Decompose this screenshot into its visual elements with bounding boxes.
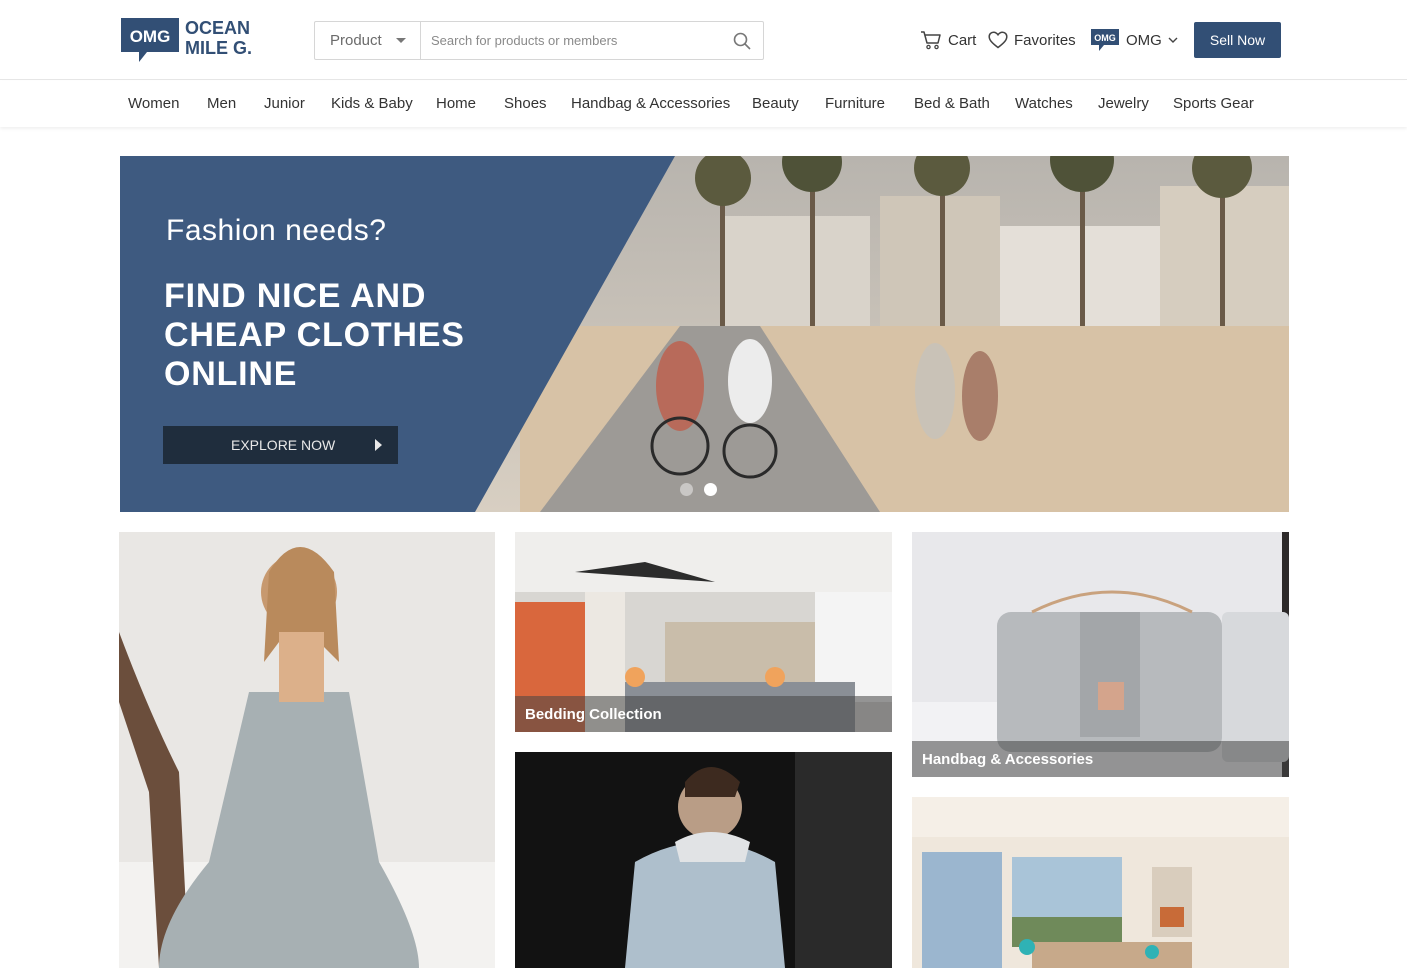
chevron-down-icon [1168,37,1178,43]
sell-now-button[interactable]: Sell Now [1194,22,1281,58]
category-shoes[interactable]: Shoes [504,95,547,112]
banner-kicker: Fashion needs? [166,214,387,247]
tile-caption-bedding: Bedding Collection [515,696,892,732]
tile-home-living-room[interactable] [912,797,1289,968]
woman-in-dress-photo [119,532,495,968]
play-arrow-icon [375,439,382,451]
favorites-label: Favorites [1014,31,1076,49]
search-input[interactable] [421,22,721,59]
category-handbag-accessories[interactable]: Handbag & Accessories [571,95,730,112]
hero-banner[interactable]: Fashion needs? FIND NICE AND CHEAP CLOTH… [120,156,1289,512]
category-kids-baby[interactable]: Kids & Baby [331,95,413,112]
favorites-link[interactable]: Favorites [988,22,1076,58]
banner-headline: FIND NICE AND CHEAP CLOTHES ONLINE [164,277,465,393]
logo-line2: MILE G. [185,38,252,58]
avatar: OMG [1091,29,1119,51]
category-nav: Women Men Junior Kids & Baby Home Shoes … [0,81,1407,127]
category-beauty[interactable]: Beauty [752,95,799,112]
category-bed-bath[interactable]: Bed & Bath [914,95,990,112]
category-jewelry[interactable]: Jewelry [1098,95,1149,112]
explore-now-button[interactable]: EXPLORE NOW [163,426,398,464]
cart-label: Cart [948,31,977,49]
man-in-jacket-photo [515,752,892,968]
tile-handbag-accessories[interactable]: Handbag & Accessories [912,532,1289,777]
logo-line1: OCEAN [185,18,250,38]
tile-caption-handbag: Handbag & Accessories [912,741,1289,777]
tile-bedding-collection[interactable]: Bedding Collection [515,532,892,732]
living-room-photo [912,797,1289,968]
tile-men-jacket[interactable] [515,752,892,968]
logo-badge-text: OMG [130,27,171,46]
site-logo[interactable]: OMG OCEAN MILE G. [119,14,261,64]
carousel-dot-1[interactable] [680,483,693,496]
category-junior[interactable]: Junior [264,95,305,112]
cart-icon [921,31,941,50]
explore-now-label: EXPLORE NOW [231,437,336,453]
search-icon [733,32,751,50]
caret-down-icon [396,38,406,43]
carousel-dot-2[interactable] [704,483,717,496]
svg-text:OMG: OMG [1094,33,1116,43]
search-category-select[interactable]: Product [315,22,421,59]
search-button[interactable] [721,22,763,59]
category-men[interactable]: Men [207,95,236,112]
logo-mark: OMG OCEAN MILE G. [121,18,252,62]
search-bar: Product [314,21,764,60]
account-menu[interactable]: OMG OMG [1090,22,1179,58]
cart-link[interactable]: Cart [920,22,976,58]
search-category-label: Product [330,32,382,49]
account-label: OMG [1126,31,1162,49]
site-header: OMG OCEAN MILE G. Product Cart Favor [0,0,1407,80]
category-furniture[interactable]: Furniture [825,95,885,112]
category-watches[interactable]: Watches [1015,95,1073,112]
heart-icon [988,31,1008,49]
tile-women-dress[interactable] [119,532,495,968]
category-home[interactable]: Home [436,95,476,112]
category-sports-gear[interactable]: Sports Gear [1173,95,1254,112]
category-women[interactable]: Women [128,95,179,112]
